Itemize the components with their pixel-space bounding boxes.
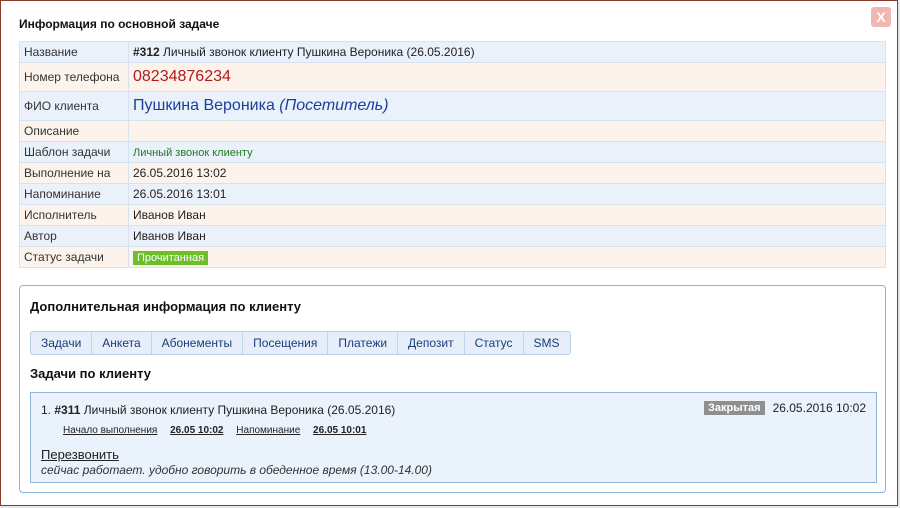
status-cell: Прочитанная (128, 246, 886, 268)
start-label: Начало выполнения (63, 425, 158, 436)
status-badge: Прочитанная (133, 250, 209, 265)
row-client: ФИО клиента Пушкина Вероника (Посетитель… (19, 91, 886, 121)
extra-info-panel: Дополнительная информация по клиенту Зад… (19, 285, 886, 493)
close-button[interactable]: X (871, 7, 891, 27)
row-description: Описание (19, 120, 886, 142)
start-value: 26.05 10:02 (170, 425, 224, 436)
row-label: Автор (19, 225, 129, 247)
task-meta: Начало выполнения 26.05 10:02 Напоминани… (63, 425, 376, 436)
task-name: Личный звонок клиенту Пушкина Вероника (… (163, 45, 475, 59)
tab-questionnaire[interactable]: Анкета (92, 332, 152, 354)
tab-visits[interactable]: Посещения (243, 332, 329, 354)
client-tasks-title: Задачи по клиенту (30, 366, 152, 381)
row-assignee: Исполнитель Иванов Иван (19, 204, 886, 226)
task-id: #312 (133, 45, 160, 59)
client-task-card: 1. #311 Личный звонок клиенту Пушкина Ве… (30, 392, 877, 483)
task-index: 1. (41, 403, 52, 417)
description-value (128, 120, 886, 142)
client-cell: Пушкина Вероника (Посетитель) (128, 91, 886, 121)
phone-cell: 08234876234 (128, 62, 886, 92)
reminder-value: 26.05 10:01 (313, 425, 367, 436)
row-template: Шаблон задачи Личный звонок клиенту (19, 141, 886, 163)
dialog-title: Информация по основной задаче (19, 17, 220, 31)
row-phone: Номер телефона 08234876234 (19, 62, 886, 92)
template-cell: Личный звонок клиенту (128, 141, 886, 163)
row-label: Название (19, 41, 129, 63)
tab-subscriptions[interactable]: Абонементы (152, 332, 244, 354)
task-status-area: Закрытая 26.05.2016 10:02 (704, 401, 866, 415)
tab-payments[interactable]: Платежи (328, 332, 399, 354)
row-label: Описание (19, 120, 129, 142)
tab-tasks[interactable]: Задачи (31, 332, 93, 354)
task-datetime: 26.05.2016 10:02 (772, 401, 866, 415)
template-link[interactable]: Личный звонок клиенту (133, 147, 253, 159)
reminder-label: Напоминание (236, 425, 301, 436)
row-reminder: Напоминание 26.05.2016 13:01 (19, 183, 886, 205)
row-label: Шаблон задачи (19, 141, 129, 163)
task-info-table: Название #312 Личный звонок клиенту Пушк… (19, 41, 886, 268)
tab-sms[interactable]: SMS (524, 332, 570, 354)
tab-status[interactable]: Статус (465, 332, 524, 354)
task-id[interactable]: #311 (54, 403, 80, 417)
tab-deposit[interactable]: Депозит (398, 332, 465, 354)
task-heading: 1. #311 Личный звонок клиенту Пушкина Ве… (41, 403, 395, 417)
row-due: Выполнение на 26.05.2016 13:02 (19, 162, 886, 184)
row-label: Напоминание (19, 183, 129, 205)
task-title: Личный звонок клиенту Пушкина Вероника (… (83, 403, 396, 417)
author-value: Иванов Иван (128, 225, 886, 247)
due-value: 26.05.2016 13:02 (128, 162, 886, 184)
task-info-dialog: Информация по основной задаче X Название… (0, 0, 898, 506)
client-name-link[interactable]: Пушкина Вероника (Посетитель) (133, 97, 389, 114)
callback-note: сейчас работает. удобно говорить в обеде… (41, 463, 432, 477)
phone-value[interactable]: 08234876234 (133, 68, 231, 85)
row-label: Выполнение на (19, 162, 129, 184)
assignee-value: Иванов Иван (128, 204, 886, 226)
client-role: (Посетитель) (279, 97, 389, 114)
row-label: Исполнитель (19, 204, 129, 226)
task-status-badge: Закрытая (704, 401, 765, 415)
extra-info-title: Дополнительная информация по клиенту (30, 299, 301, 314)
row-name: Название #312 Личный звонок клиенту Пушк… (19, 41, 886, 63)
callback-action[interactable]: Перезвонить (41, 447, 119, 462)
client-tabs: Задачи Анкета Абонементы Посещения Плате… (30, 331, 571, 355)
task-name-value: #312 Личный звонок клиенту Пушкина Верон… (128, 41, 886, 63)
reminder-value: 26.05.2016 13:01 (128, 183, 886, 205)
row-author: Автор Иванов Иван (19, 225, 886, 247)
client-name: Пушкина Вероника (133, 97, 275, 114)
row-label: Номер телефона (19, 62, 129, 92)
row-label: Статус задачи (19, 246, 129, 268)
row-status: Статус задачи Прочитанная (19, 246, 886, 268)
row-label: ФИО клиента (19, 91, 129, 121)
